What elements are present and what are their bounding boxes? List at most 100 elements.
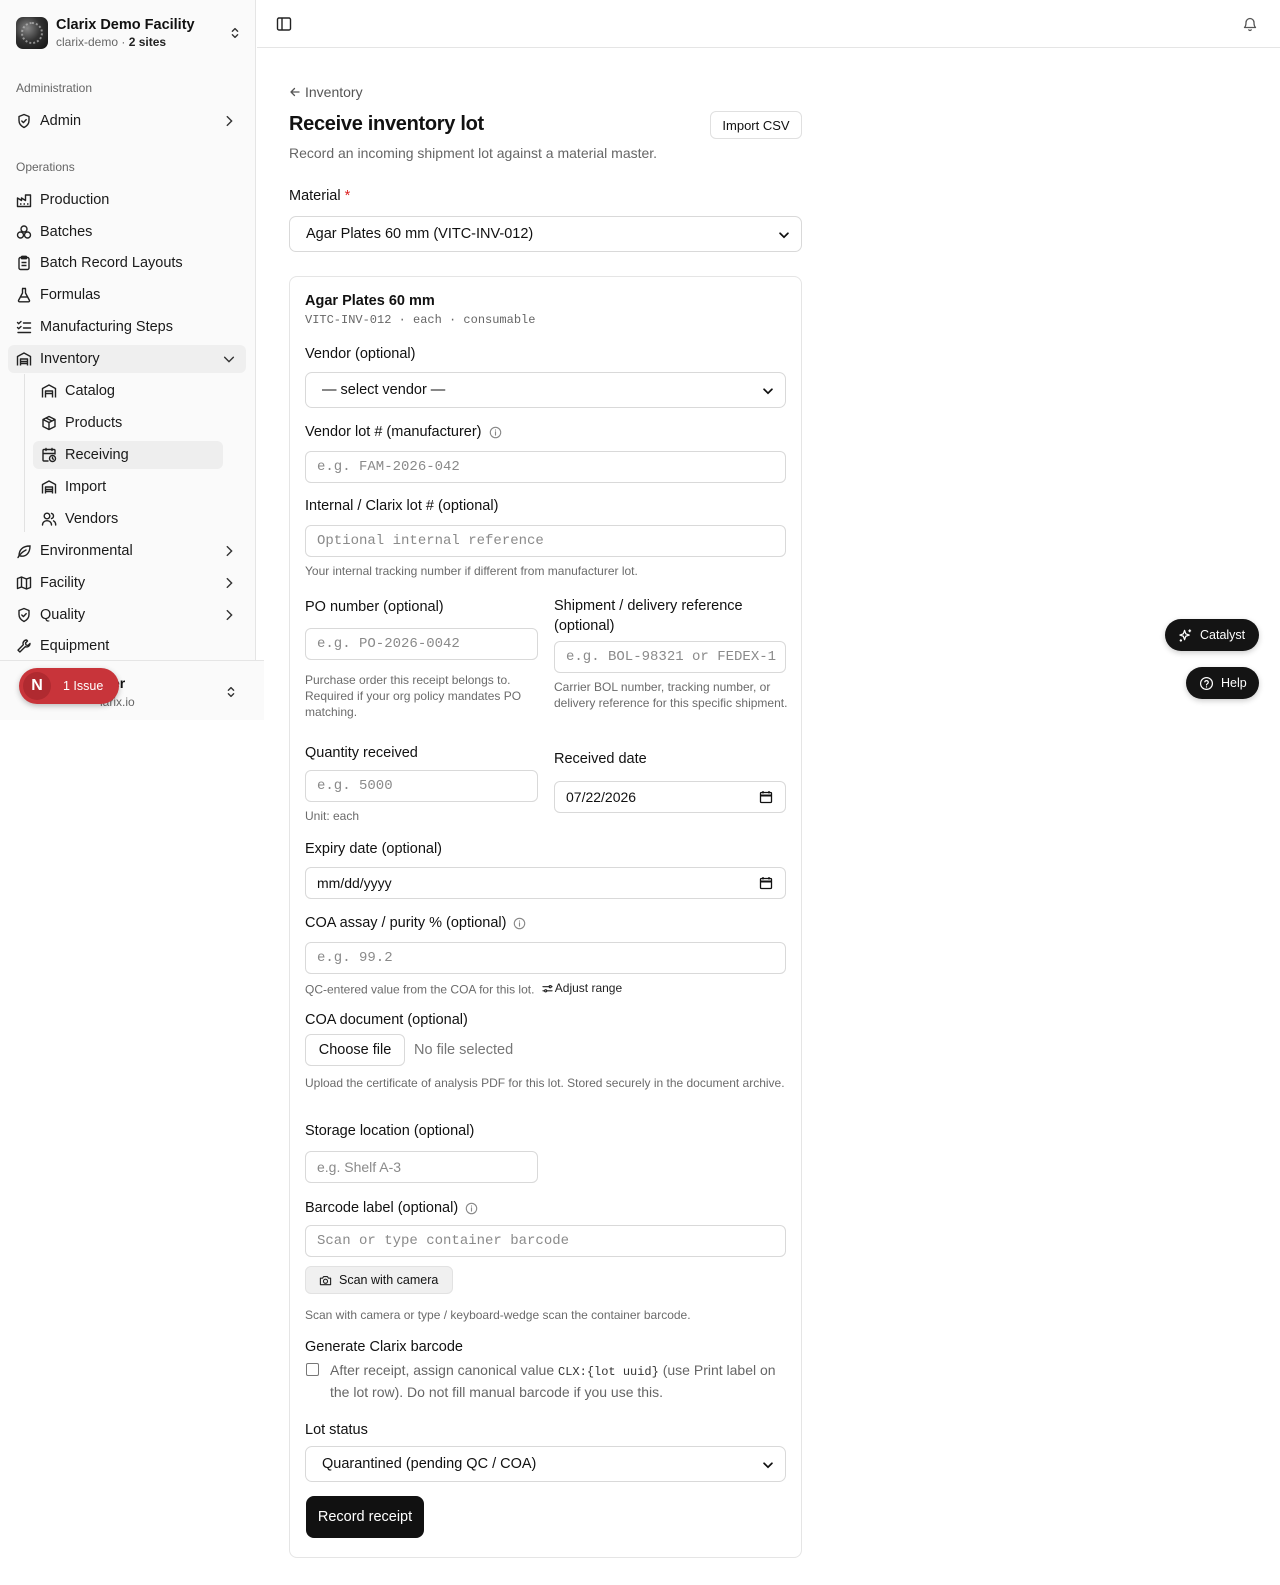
calendar-icon[interactable]	[759, 876, 773, 890]
sidebar-item-formulas[interactable]: Formulas	[8, 281, 246, 309]
chevron-right-icon	[226, 577, 233, 589]
back-link-label: Inventory	[305, 84, 363, 100]
vendor-lot-input[interactable]: e.g. FAM-2026-042	[305, 451, 786, 483]
choose-file-button[interactable]: Choose file	[305, 1034, 405, 1066]
sliders-icon	[542, 984, 553, 992]
lot-status-select[interactable]: Quarantined (pending QC / COA)	[305, 1446, 786, 1482]
coa-assay-label-text: COA assay / purity % (optional)	[305, 915, 507, 931]
issues-badge[interactable]: N 1 Issue	[19, 668, 119, 704]
internal-lot-help: Your internal tracking number if differe…	[305, 564, 638, 578]
material-name: Agar Plates 60 mm	[305, 293, 435, 309]
material-select[interactable]: Agar Plates 60 mm (VITC-INV-012)	[289, 216, 802, 252]
received-date-input[interactable]: 07/22/2026	[554, 781, 786, 813]
back-link[interactable]: Inventory	[289, 84, 363, 100]
coa-assay-label: COA assay / purity % (optional)	[305, 915, 526, 931]
sidebar-item-label: Import	[65, 479, 107, 495]
vendor-lot-label-text: Vendor lot # (manufacturer)	[305, 424, 482, 440]
sidebar-item-production[interactable]: Production	[8, 186, 246, 214]
sidebar-item-facility[interactable]: Facility	[8, 569, 246, 597]
org-avatar	[16, 17, 48, 49]
shield-check-icon	[18, 113, 30, 129]
page-subtitle: Record an incoming shipment lot against …	[289, 145, 658, 161]
sidebar-item-label: Products	[65, 415, 123, 431]
issue-avatar: N	[23, 672, 51, 700]
sidebar-subitem-import[interactable]: Import	[33, 473, 223, 501]
sidebar-subitem-products[interactable]: Products	[33, 409, 223, 437]
sidebar-item-label: Facility	[40, 575, 86, 591]
generate-barcode-label: Generate Clarix barcode	[305, 1339, 463, 1355]
sidebar-item-inventory[interactable]: Inventory	[8, 345, 246, 373]
quantity-label: Quantity received	[305, 745, 418, 761]
catalyst-button[interactable]: Catalyst	[1165, 619, 1259, 651]
sidebar-item-batch-record-layouts[interactable]: Batch Record Layouts	[8, 249, 246, 277]
shipment-help: Carrier BOL number, tracking number, or …	[554, 680, 788, 710]
vendor-select[interactable]: — select vendor —	[305, 372, 786, 408]
calendar-icon[interactable]	[759, 790, 773, 804]
barcode-input[interactable]: Scan or type container barcode	[305, 1225, 786, 1257]
material-label: Material *	[289, 188, 350, 204]
camera-icon	[319, 1275, 332, 1285]
expiry-date-label: Expiry date (optional)	[305, 841, 443, 857]
info-icon[interactable]	[489, 426, 502, 439]
lot-status-label: Lot status	[305, 1422, 368, 1438]
sidebar-item-admin[interactable]: Admin	[8, 107, 246, 135]
sidebar-item-quality[interactable]: Quality	[8, 601, 246, 629]
info-icon[interactable]	[513, 917, 526, 930]
help-label: Help	[1221, 676, 1247, 690]
scan-with-camera-button[interactable]: Scan with camera	[305, 1266, 453, 1294]
coa-document-help: Upload the certificate of analysis PDF f…	[305, 1076, 785, 1090]
import-csv-button[interactable]: Import CSV	[710, 111, 802, 139]
info-icon[interactable]	[465, 1202, 478, 1215]
boxes-icon	[16, 225, 32, 239]
lot-status-value: Quarantined (pending QC / COA)	[322, 1456, 537, 1472]
received-date-value: 07/22/2026	[566, 789, 637, 805]
sidebar-subitem-catalog[interactable]: Catalog	[33, 377, 223, 405]
issue-count: 1 Issue	[63, 679, 104, 693]
chevrons-up-down-icon	[227, 686, 235, 698]
quantity-help: Unit: each	[305, 809, 360, 823]
generate-barcode-checkbox[interactable]	[306, 1363, 319, 1376]
nav-section-operations: Operations	[16, 160, 75, 174]
warehouse-icon	[41, 384, 57, 398]
sidebar-item-label: Quality	[40, 607, 86, 623]
bell-icon[interactable]	[1242, 16, 1258, 32]
topbar	[257, 0, 1280, 48]
sidebar: Clarix Demo Facility clarix-demo · 2 sit…	[0, 0, 264, 720]
material-meta: VITC-INV-012 · each · consumable	[305, 313, 536, 327]
coa-assay-input[interactable]: e.g. 99.2	[305, 942, 786, 974]
expiry-date-input[interactable]: mm/dd/yyyy	[305, 867, 786, 899]
generate-code: CLX:{lot uuid}	[558, 1365, 659, 1379]
vendor-select-value: — select vendor —	[322, 382, 446, 398]
sidebar-subitem-receiving[interactable]: Receiving	[33, 441, 223, 469]
users-icon	[41, 512, 57, 526]
org-slug: clarix-demo	[56, 34, 119, 49]
adjust-range-link[interactable]: Adjust range	[542, 980, 622, 996]
barcode-label: Barcode label (optional)	[305, 1200, 478, 1216]
clipboard-icon	[18, 255, 30, 271]
calendar-clock-icon	[42, 447, 57, 463]
internal-lot-input[interactable]: Optional internal reference	[305, 525, 786, 557]
catalyst-label: Catalyst	[1200, 628, 1246, 642]
sidebar-item-label: Inventory	[40, 351, 100, 367]
storage-location-input[interactable]: e.g. Shelf A-3	[305, 1151, 538, 1183]
sidebar-item-equipment[interactable]: Equipment	[8, 632, 246, 660]
sidebar-item-label: Admin	[40, 113, 82, 129]
sidebar-subitem-vendors[interactable]: Vendors	[33, 505, 223, 533]
help-button[interactable]: Help	[1186, 667, 1259, 699]
received-date-label: Received date	[554, 751, 647, 767]
org-switcher[interactable]: Clarix Demo Facility clarix-demo · 2 sit…	[16, 16, 242, 50]
org-sites: 2 sites	[128, 34, 167, 49]
sidebar-item-batches[interactable]: Batches	[8, 218, 246, 246]
required-marker: *	[344, 188, 351, 204]
storage-location-label: Storage location (optional)	[305, 1123, 475, 1139]
list-checks-icon	[16, 320, 32, 334]
sidebar-item-environmental[interactable]: Environmental	[8, 537, 246, 565]
sidebar-toggle-icon[interactable]	[276, 16, 292, 32]
quantity-input[interactable]: e.g. 5000	[305, 770, 538, 802]
vendor-label: Vendor (optional)	[305, 346, 416, 362]
po-input[interactable]: e.g. PO-2026-0042	[305, 628, 538, 660]
sidebar-item-label: Receiving	[65, 447, 129, 463]
sidebar-item-manufacturing-steps[interactable]: Manufacturing Steps	[8, 313, 246, 341]
shipment-input[interactable]: e.g. BOL-98321 or FEDEX-1	[554, 641, 786, 673]
record-receipt-button[interactable]: Record receipt	[306, 1496, 424, 1538]
